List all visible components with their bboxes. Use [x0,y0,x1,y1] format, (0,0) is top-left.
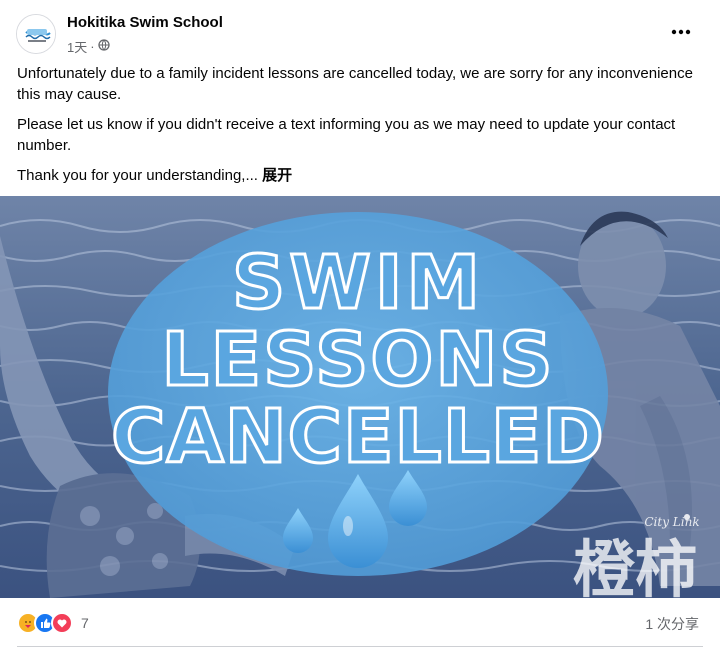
love-icon [51,612,73,634]
more-options-button[interactable] [669,22,693,42]
reaction-count[interactable]: 7 [81,615,89,631]
post-message: Unfortunately due to a family incident l… [17,63,697,195]
meta-separator: · [90,39,95,54]
post-paragraph-2: Please let us know if you didn't receive… [17,116,676,154]
post-paragraph-3-text: Thank you for your understanding,... [17,167,258,184]
watermark-brand: City Link [644,515,699,529]
see-more-link[interactable]: 展开 [262,167,292,184]
post-paragraph-1: Unfortunately due to a family incident l… [17,65,693,103]
page-name-link[interactable]: Hokitika Swim School [67,14,223,31]
swim-school-logo-icon [17,15,55,53]
watermark-chars: 橙柿 [573,533,697,598]
headline-line-3: CANCELLED [111,394,605,480]
shares-count-link[interactable]: 1 次分享 [645,614,699,634]
swim-lessons-cancelled-graphic: SWIM LESSONS CANCELLED City Link 橙柿 [0,196,720,598]
headline-line-2: LESSONS [161,317,554,403]
post-footer: 7 1 次分享 [0,600,720,647]
reactions-summary[interactable]: 7 [17,612,89,634]
post-image[interactable]: SWIM LESSONS CANCELLED City Link 橙柿 [0,196,720,598]
post-paragraph-3: Thank you for your understanding,... 展开 [17,165,697,186]
page-avatar[interactable] [16,14,56,54]
post-time[interactable]: 1天 [67,37,87,56]
post-meta: 1天 · [67,37,110,56]
globe-icon [97,39,110,54]
headline-line-1: SWIM [232,240,484,326]
more-dots-icon [671,29,691,35]
post-header: Hokitika Swim School 1天 · [0,0,720,62]
